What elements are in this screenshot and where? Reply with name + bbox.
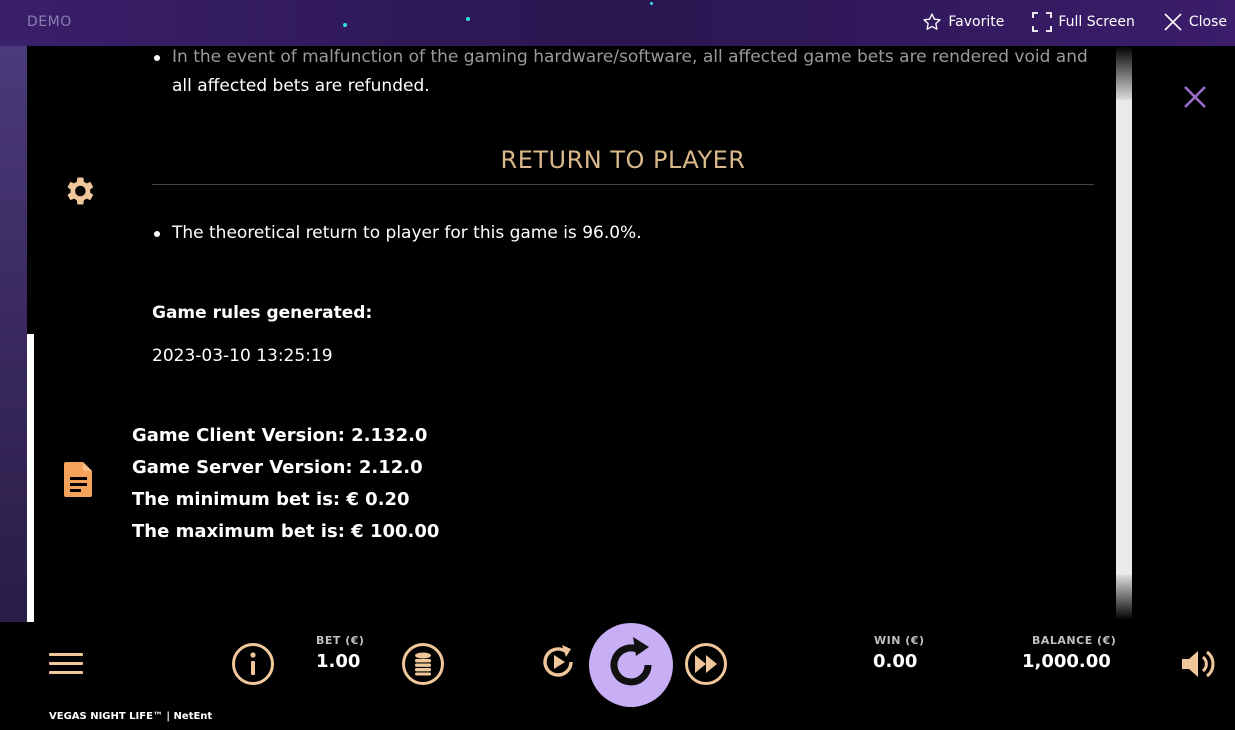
scrollbar-top-fade (1116, 46, 1132, 100)
rules-tab[interactable] (63, 460, 95, 502)
rtp-section-title: RETURN TO PLAYER (500, 146, 746, 174)
demo-label: DEMO (27, 14, 72, 30)
document-icon (63, 462, 95, 502)
decor-dot (466, 17, 470, 21)
decor-dot (343, 23, 347, 27)
version-info: Game Client Version: 2.132.0 Game Server… (132, 420, 439, 548)
top-bar: DEMO Favorite Full Screen Close (0, 0, 1235, 46)
client-version: Game Client Version: 2.132.0 (132, 425, 428, 446)
malfunction-item: In the event of malfunction of the gamin… (132, 43, 1112, 101)
autoplay-button[interactable] (538, 642, 578, 686)
fullscreen-icon (1032, 12, 1053, 32)
close-rules-button[interactable] (1180, 82, 1210, 116)
rtp-list: The theoretical return to player for thi… (132, 219, 642, 248)
turbo-icon (684, 643, 728, 690)
scrollbar-bottom-fade (1116, 575, 1132, 620)
active-tab-indicator (27, 334, 34, 623)
top-actions: Favorite Full Screen Close (922, 10, 1227, 34)
favorite-label: Favorite (948, 14, 1005, 30)
scrollbar[interactable] (1116, 46, 1132, 620)
spin-button[interactable] (589, 623, 673, 711)
bet-label: BET (€) (316, 634, 365, 647)
win-value: 0.00 (873, 651, 918, 672)
malfunction-text-2: all affected bets are refunded. (172, 76, 430, 96)
bet-settings-button[interactable] (401, 642, 445, 690)
max-bet: The maximum bet is: € 100.00 (132, 521, 440, 542)
close-game-button[interactable]: Close (1163, 10, 1227, 34)
coins-icon (401, 643, 445, 690)
close-label: Close (1188, 14, 1227, 30)
balance-label: BALANCE (€) (1032, 634, 1117, 647)
brand-label: VEGAS NIGHT LIFE™ | NetEnt (49, 711, 213, 722)
server-version: Game Server Version: 2.12.0 (132, 457, 423, 478)
min-bet: The minimum bet is: € 0.20 (132, 489, 410, 510)
spin-icon (589, 623, 673, 711)
info-icon (231, 643, 275, 690)
sound-button[interactable] (1180, 647, 1216, 685)
close-icon (1180, 86, 1210, 116)
rtp-item: The theoretical return to player for thi… (132, 219, 642, 248)
generated-label: Game rules generated: (152, 303, 373, 323)
info-button[interactable] (231, 642, 275, 690)
gear-icon (61, 177, 97, 213)
sound-icon (1180, 650, 1216, 685)
star-icon (922, 12, 942, 32)
autoplay-icon (538, 645, 578, 686)
generated-timestamp: 2023-03-10 13:25:19 (152, 346, 333, 366)
fullscreen-label: Full Screen (1058, 14, 1135, 30)
menu-icon (48, 653, 84, 681)
section-divider (152, 184, 1094, 185)
bet-value: 1.00 (316, 651, 361, 672)
malfunction-text-1: In the event of malfunction of the gamin… (172, 47, 1088, 67)
turbo-button[interactable] (684, 642, 728, 690)
balance-value: 1,000.00 (1022, 651, 1111, 672)
fullscreen-button[interactable]: Full Screen (1032, 10, 1135, 34)
rtp-text: The theoretical return to player for thi… (172, 223, 642, 243)
favorite-button[interactable]: Favorite (922, 10, 1004, 34)
win-label: WIN (€) (874, 634, 925, 647)
menu-button[interactable] (48, 651, 84, 681)
rules-content: In the event of malfunction of the gamin… (132, 46, 1112, 101)
settings-tab[interactable] (61, 173, 97, 213)
close-icon (1163, 12, 1183, 32)
decor-dot (650, 2, 653, 5)
